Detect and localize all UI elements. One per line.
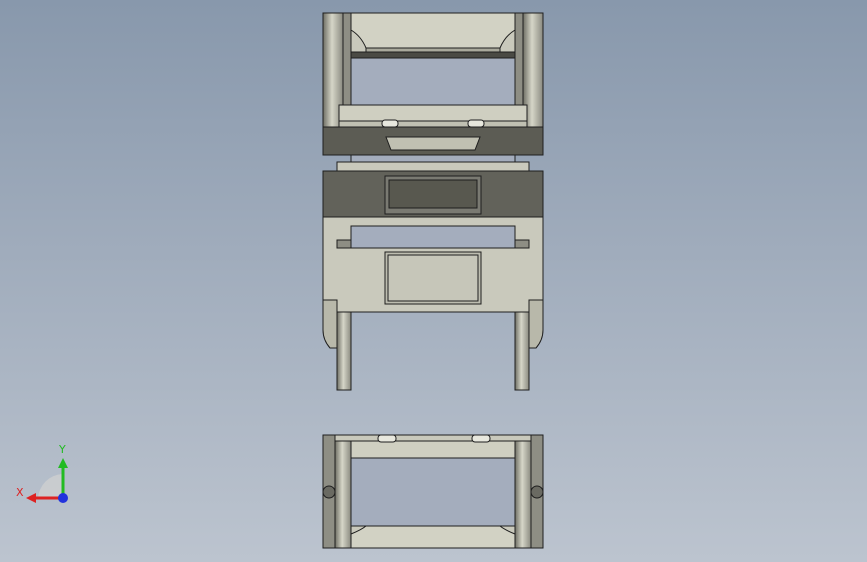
mount-hole-right: [467, 119, 485, 128]
front-bottom-roller: [350, 525, 516, 549]
lower-opening-step-left: [336, 239, 352, 249]
model-canvas[interactable]: [0, 0, 867, 562]
lower-opening: [350, 225, 516, 249]
x-axis-label: X: [16, 486, 24, 499]
right-hinge-tab: [528, 299, 544, 349]
mount-hole-left: [381, 119, 399, 128]
plate-window: [388, 179, 478, 209]
right-leg: [514, 311, 530, 391]
view-orientation-triad-icon: [26, 458, 68, 503]
front-pin-left: [322, 485, 336, 499]
front-pin-right: [530, 485, 544, 499]
y-axis-label: Y: [59, 443, 66, 456]
joint-crossbar: [385, 136, 481, 151]
left-hinge-tab: [322, 299, 338, 349]
lower-opening-step-right: [514, 239, 530, 249]
upper-opening: [350, 57, 516, 106]
left-inner-rail-upper: [342, 12, 352, 106]
left-leg: [336, 311, 352, 391]
graphics-viewport[interactable]: Y X: [0, 0, 867, 562]
front-opening: [350, 457, 516, 527]
top-crossbar-shadow: [350, 51, 516, 59]
top-crossbar: [350, 12, 516, 49]
front-top-bar: [350, 440, 516, 459]
top-crossbar-shade: [365, 47, 501, 53]
right-inner-rail-upper: [514, 12, 524, 106]
front-right-rail: [514, 440, 532, 549]
joint-lip: [336, 161, 530, 172]
chain-link-top-view[interactable]: [322, 12, 544, 391]
front-hole-right: [471, 434, 491, 443]
front-hole-left: [377, 434, 397, 443]
upper-band: [338, 104, 528, 122]
lower-window: [387, 254, 479, 302]
front-left-rail: [334, 440, 352, 549]
chain-link-front-view[interactable]: [322, 434, 544, 549]
